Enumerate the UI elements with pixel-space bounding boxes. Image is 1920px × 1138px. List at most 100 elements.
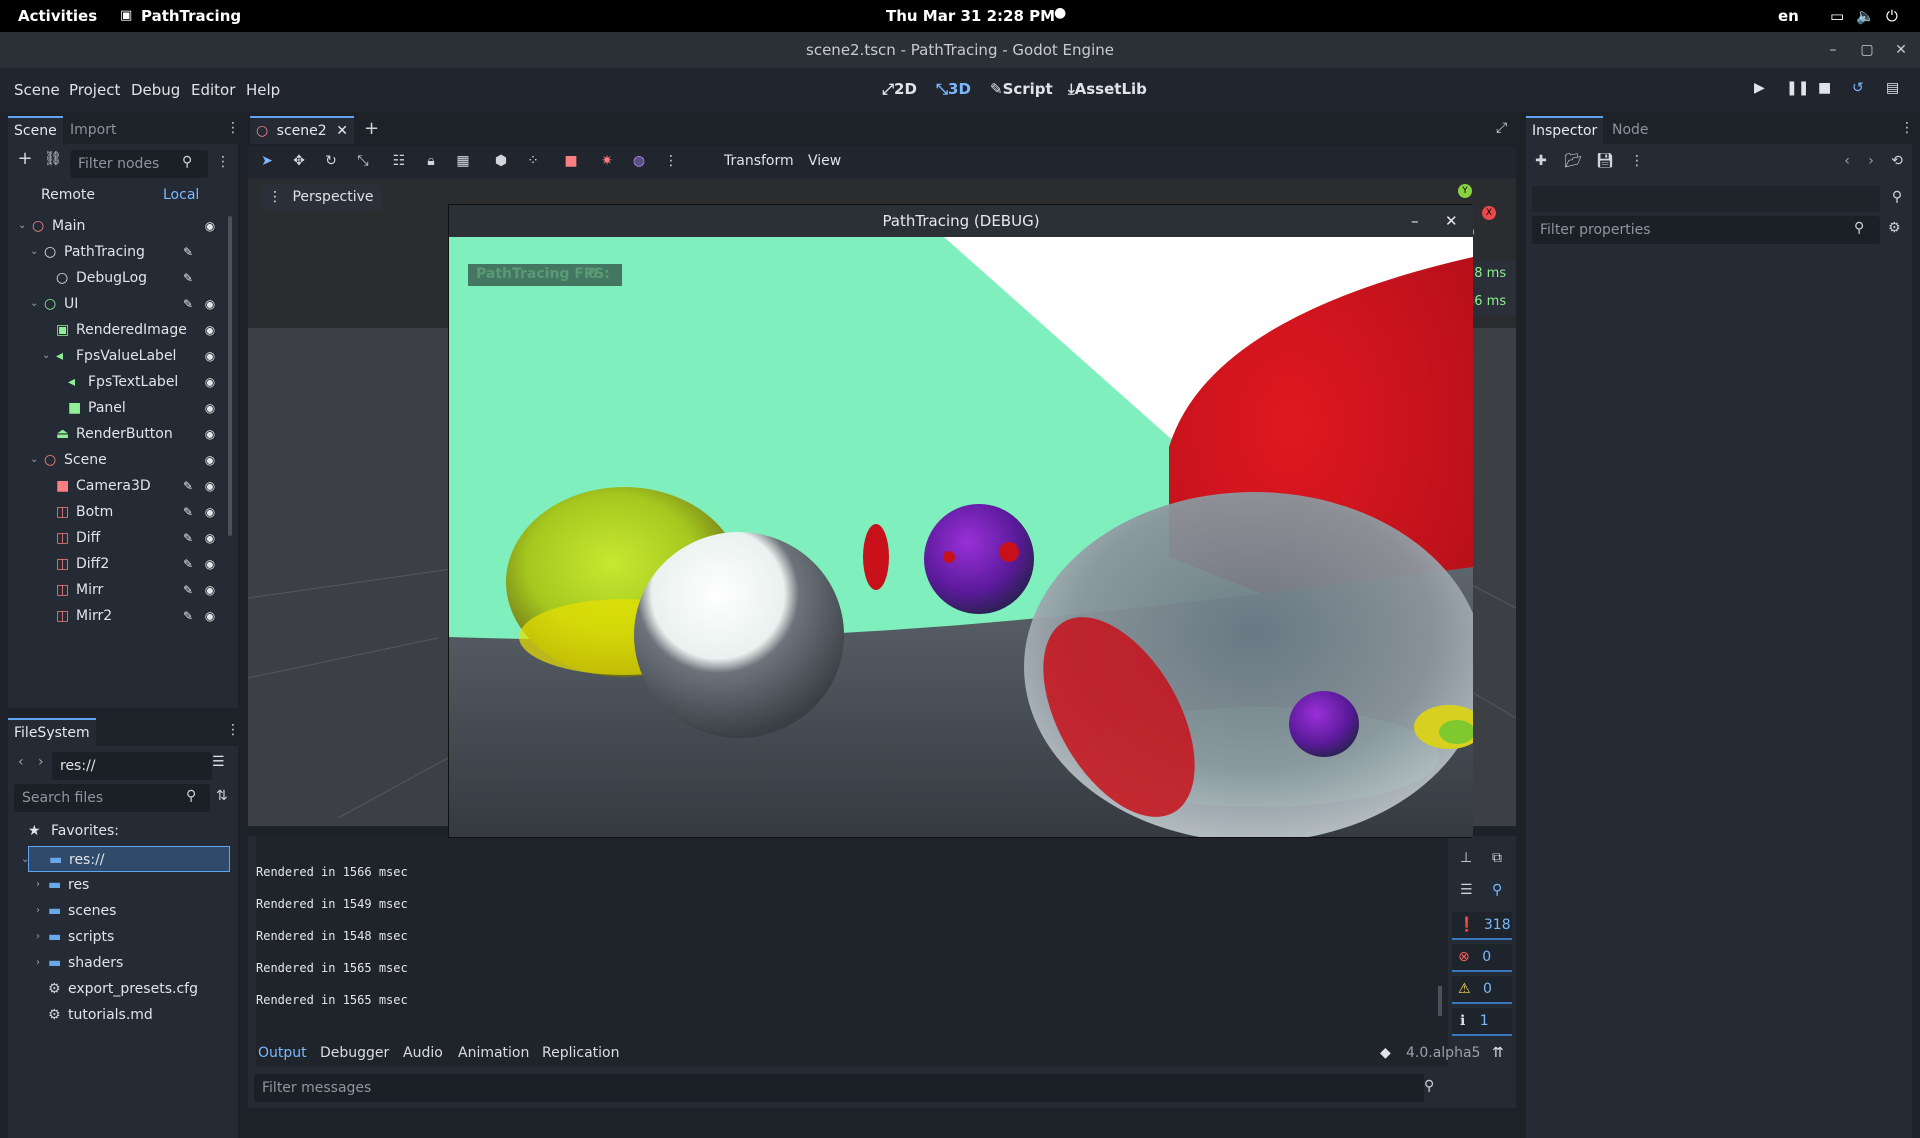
perspective-menu[interactable]: ⋮ Perspective <box>260 184 382 210</box>
volume-icon[interactable]: 🔈 <box>1856 7 1875 25</box>
group-icon[interactable]: ▦ <box>454 152 472 170</box>
local-tab[interactable]: Local <box>163 187 199 203</box>
close-tab-icon[interactable]: ✕ <box>336 118 348 144</box>
attached-script-icon[interactable]: ✎ <box>180 525 196 551</box>
bottom-tab-replication[interactable]: Replication <box>542 1045 619 1061</box>
visibility-eye-icon[interactable]: ◉ <box>202 473 218 499</box>
scene-tree-item[interactable]: ⌄ ○ Scene ◉ <box>8 447 236 473</box>
messages-counter[interactable]: ❗ 318 <box>1452 912 1512 940</box>
rotate-mode-icon[interactable]: ↻ <box>322 152 340 170</box>
output-log[interactable] <box>256 836 1448 1066</box>
toolbar-more-icon[interactable]: ⋮ <box>662 152 680 170</box>
select-mode-icon[interactable]: ➤ <box>258 152 276 170</box>
activities-button[interactable]: Activities <box>18 7 97 25</box>
forward-icon[interactable]: › <box>38 754 44 770</box>
tab-scene[interactable]: Scene <box>8 116 63 144</box>
list-select-icon[interactable]: ☷ <box>390 152 408 170</box>
history-back-icon[interactable]: ‹ <box>1838 152 1856 170</box>
play-icon[interactable]: ▶ <box>1754 80 1765 96</box>
stop-icon[interactable]: ■ <box>1818 80 1831 96</box>
expand-arrow-icon[interactable]: ⌄ <box>30 447 38 473</box>
menu-scene[interactable]: Scene <box>14 81 60 99</box>
file-item[interactable]: ⚙ tutorials.md <box>8 1002 238 1028</box>
scale-mode-icon[interactable]: ⤡ <box>354 152 372 170</box>
folder-item[interactable]: › ▬ scripts <box>8 924 238 950</box>
workspace-assetlib-button[interactable]: ⤓AssetLib <box>1068 80 1147 98</box>
bottom-tab-output[interactable]: Output <box>258 1045 307 1061</box>
visibility-eye-icon[interactable]: ◉ <box>202 213 218 239</box>
sun-icon[interactable]: ✷ <box>598 152 616 170</box>
visibility-eye-icon[interactable]: ◉ <box>202 291 218 317</box>
copy-output-icon[interactable]: ⧉ <box>1492 850 1502 866</box>
tab-import[interactable]: Import <box>64 116 122 144</box>
environment-icon[interactable]: ◍ <box>630 152 648 170</box>
filter-messages-input[interactable]: Filter messages <box>254 1074 1424 1102</box>
attached-script-icon[interactable]: ✎ <box>180 577 196 603</box>
pause-icon[interactable]: ❚❚ <box>1786 80 1809 96</box>
scene-tree-item[interactable]: ◫ Diff2 ✎ ◉ <box>8 551 236 577</box>
app-menu-label[interactable]: PathTracing <box>141 7 241 25</box>
expand-arrow-icon[interactable]: ⌄ <box>21 847 29 873</box>
scene-tree-item[interactable]: ⌄ ○ Main ◉ <box>8 213 236 239</box>
expand-arrow-icon[interactable]: › <box>36 924 40 950</box>
view-menu[interactable]: View <box>808 153 841 169</box>
gizmo-x-icon[interactable]: X <box>1482 206 1496 220</box>
attached-script-icon[interactable]: ✎ <box>180 499 196 525</box>
screen-icon[interactable]: ▭ <box>1830 7 1844 25</box>
expand-arrow-icon[interactable]: ⌄ <box>30 239 38 265</box>
scene-tree-item[interactable]: ◫ Diff ✎ ◉ <box>8 525 236 551</box>
scene-tree-item[interactable]: ◫ Mirr ✎ ◉ <box>8 577 236 603</box>
tab-inspector[interactable]: Inspector <box>1526 116 1604 144</box>
attached-script-icon[interactable]: ✎ <box>180 265 196 291</box>
folder-item[interactable]: › ▬ res <box>8 872 238 898</box>
move-mode-icon[interactable]: ✥ <box>290 152 308 170</box>
tab-filesystem[interactable]: FileSystem <box>8 718 96 746</box>
dock-menu-icon[interactable]: ⋮ <box>226 120 240 136</box>
attached-script-icon[interactable]: ✎ <box>180 473 196 499</box>
visibility-eye-icon[interactable]: ◉ <box>202 447 218 473</box>
movie-maker-icon[interactable]: ▤ <box>1886 80 1899 96</box>
workspace-2d-button[interactable]: ⤢2D <box>882 80 917 98</box>
new-resource-icon[interactable]: ✚ <box>1532 152 1550 170</box>
menu-project[interactable]: Project <box>69 81 120 99</box>
visibility-eye-icon[interactable]: ◉ <box>202 343 218 369</box>
visibility-eye-icon[interactable]: ◉ <box>202 551 218 577</box>
visibility-eye-icon[interactable]: ◉ <box>202 577 218 603</box>
transform-menu[interactable]: Transform <box>724 153 794 169</box>
expand-arrow-icon[interactable]: ⌄ <box>18 213 26 239</box>
warnings-counter[interactable]: ⚠ 0 <box>1452 976 1512 1004</box>
expand-arrow-icon[interactable]: › <box>36 898 40 924</box>
inspector-dock-menu-icon[interactable]: ⋮ <box>1900 120 1914 136</box>
visibility-eye-icon[interactable]: ◉ <box>202 525 218 551</box>
link-icon[interactable]: ⛓ <box>44 150 62 168</box>
folder-item[interactable]: › ▬ shaders <box>8 950 238 976</box>
visibility-eye-icon[interactable]: ◉ <box>202 369 218 395</box>
scene-tree-item[interactable]: ⏏ RenderButton ◉ <box>8 421 236 447</box>
errors-counter[interactable]: ⊗ 0 <box>1452 944 1512 972</box>
workspace-script-button[interactable]: ✎Script <box>990 80 1053 98</box>
debug-close-icon[interactable]: ✕ <box>1445 205 1458 237</box>
folder-item[interactable]: › ▬ scenes <box>8 898 238 924</box>
visibility-eye-icon[interactable]: ◉ <box>202 317 218 343</box>
collapse-icon[interactable]: ☰ <box>1460 882 1473 898</box>
path-field[interactable]: res:// <box>52 752 212 780</box>
expand-arrow-icon[interactable]: ⌄ <box>30 291 38 317</box>
menu-editor[interactable]: Editor <box>191 81 235 99</box>
favorites-row[interactable]: ★ Favorites: <box>28 818 119 844</box>
visibility-eye-icon[interactable]: ◉ <box>202 499 218 525</box>
attached-script-icon[interactable]: ✎ <box>180 291 196 317</box>
visibility-eye-icon[interactable]: ◉ <box>202 421 218 447</box>
language-indicator[interactable]: en <box>1778 7 1799 25</box>
filter-properties-input[interactable]: Filter properties <box>1532 216 1880 244</box>
pin-panel-icon[interactable]: ⇈ <box>1492 1045 1504 1061</box>
scene-tree-item[interactable]: ◫ Mirr2 ✎ ◉ <box>8 603 236 629</box>
gizmo-y-icon[interactable]: Y <box>1458 184 1472 198</box>
menu-debug[interactable]: Debug <box>131 81 180 99</box>
expand-arrow-icon[interactable]: › <box>36 950 40 976</box>
new-scene-icon[interactable]: + <box>364 118 379 139</box>
file-item[interactable]: ⚙ export_presets.cfg <box>8 976 238 1002</box>
attached-script-icon[interactable]: ✎ <box>180 603 196 629</box>
bottom-tab-audio[interactable]: Audio <box>403 1045 443 1061</box>
sort-icon[interactable]: ⇅ <box>216 788 228 804</box>
tab-node[interactable]: Node <box>1606 116 1655 144</box>
